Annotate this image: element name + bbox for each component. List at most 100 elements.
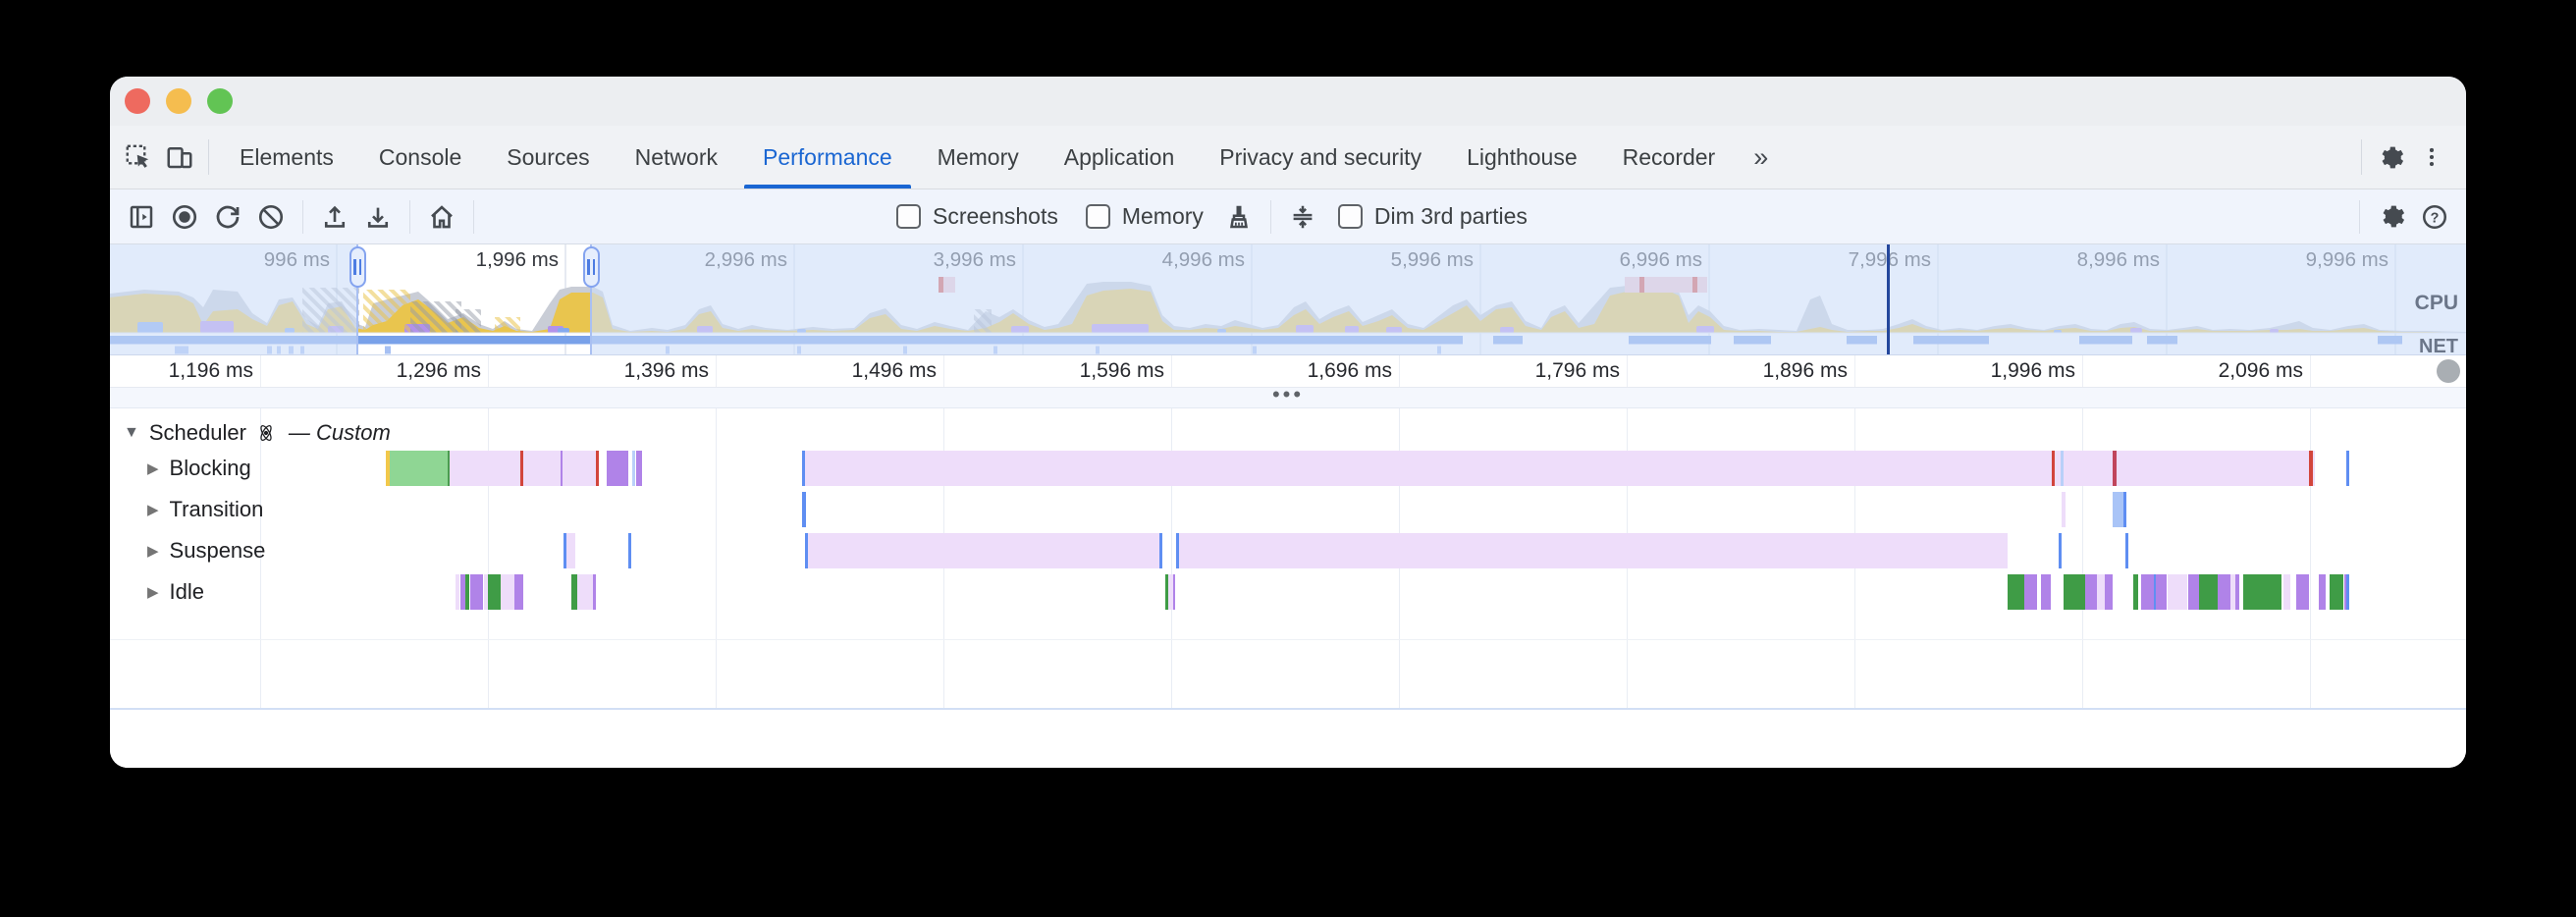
track-row-transition[interactable]: ▶Transition [147, 489, 263, 530]
tab-privacy-and-security[interactable]: Privacy and security [1197, 126, 1444, 189]
download-profile-icon[interactable] [356, 195, 400, 239]
more-tabs-chevron-icon[interactable]: » [1738, 126, 1784, 189]
track-row-blocking[interactable]: ▶Blocking [147, 448, 251, 489]
track-suffix: — Custom [289, 420, 391, 446]
track-row-idle[interactable]: ▶ Idle [147, 571, 204, 613]
ruler-label: 1,196 ms [169, 359, 260, 383]
help-icon[interactable]: ? [2413, 195, 2456, 239]
ruler-gridline [1171, 355, 1172, 387]
screenshots-checkbox[interactable]: Screenshots [896, 203, 1058, 230]
flame-segment-purple [636, 451, 642, 486]
flame-segment-lavender [1176, 533, 2008, 568]
flame-segment-purple [2319, 574, 2326, 610]
ruler-gridline [1854, 355, 1855, 387]
toolbar-divider [473, 200, 474, 234]
tab-console[interactable]: Console [356, 126, 484, 189]
tab-performance[interactable]: Performance [740, 126, 915, 189]
ruler-gridline [2082, 355, 2083, 387]
close-button[interactable] [125, 88, 150, 114]
flame-segment-purple [593, 574, 596, 610]
tab-network[interactable]: Network [613, 126, 740, 189]
ruler-gridline [1627, 355, 1628, 387]
flame-segment-darkgreen [2243, 574, 2281, 610]
ruler-gridline [1399, 355, 1400, 387]
tabbar-divider [208, 139, 209, 175]
toggle-sidebar-icon[interactable] [120, 195, 163, 239]
home-icon[interactable] [420, 195, 463, 239]
minimize-button[interactable] [166, 88, 191, 114]
checkbox-box[interactable] [1086, 204, 1110, 229]
toolbar-divider [302, 200, 303, 234]
flame-segment-darkgreen [2330, 574, 2343, 610]
inspect-icon[interactable] [118, 136, 159, 178]
ruler-label: 2,096 ms [2219, 359, 2310, 383]
left-window-handle[interactable] [349, 246, 366, 288]
row-expand-triangle-icon[interactable]: ▶ [147, 459, 159, 477]
dim-3rd-parties-label: Dim 3rd parties [1374, 203, 1528, 230]
flame-segment-lavender [456, 574, 459, 610]
flame-segment-purple [2296, 574, 2309, 610]
row-expand-triangle-icon[interactable]: ▶ [147, 542, 159, 560]
row-expand-triangle-icon[interactable]: ▶ [147, 583, 159, 601]
flame-segment-lavender [2062, 492, 2066, 527]
flame-segment-lavender [802, 451, 2315, 486]
flame-segment-purple [514, 574, 523, 610]
flame-segment-purple [2085, 574, 2097, 610]
flame-segment-blue [1159, 533, 1162, 568]
flame-segment-lavender [450, 451, 597, 486]
gc-brush-icon[interactable] [1217, 195, 1261, 239]
flame-segment-darkgreen [488, 574, 501, 610]
flame-segment-lightblue [2061, 451, 2064, 486]
collapse-icon[interactable] [1281, 195, 1324, 239]
memory-checkbox[interactable]: Memory [1086, 203, 1204, 230]
main-menu-icon[interactable] [2411, 136, 2452, 178]
upload-profile-icon[interactable] [313, 195, 356, 239]
track-header-scheduler[interactable]: ▼Scheduler— Custom [124, 418, 391, 448]
toolbar-divider [2359, 200, 2360, 234]
record-icon[interactable] [163, 195, 206, 239]
ruler-label: 1,496 ms [852, 359, 943, 383]
flame-segment-purple [2218, 574, 2230, 610]
dim-3rd-parties-checkbox[interactable]: Dim 3rd parties [1338, 203, 1528, 230]
tab-sources[interactable]: Sources [484, 126, 612, 189]
flame-segment-purple [470, 574, 483, 610]
checkbox-box[interactable] [1338, 204, 1363, 229]
panel-divider[interactable]: ••• [110, 388, 2466, 408]
flame-segment-blue [2123, 492, 2126, 527]
flame-segment-lightblue [632, 451, 635, 486]
flame-segment-purple [607, 451, 628, 486]
checkbox-box[interactable] [896, 204, 921, 229]
settings-gear-icon[interactable] [2370, 136, 2411, 178]
ruler-label: 1,896 ms [1763, 359, 1854, 383]
tab-elements[interactable]: Elements [217, 126, 356, 189]
ruler-label: 1,596 ms [1080, 359, 1171, 383]
row-expand-triangle-icon[interactable]: ▶ [147, 501, 159, 518]
track-row-suspense[interactable]: ▶Suspense [147, 530, 265, 571]
capture-settings-gear-icon[interactable] [2370, 195, 2413, 239]
flame-segment-darkgreen [2008, 574, 2024, 610]
ruler-label: 1,696 ms [1308, 359, 1399, 383]
track-expand-triangle-icon[interactable]: ▼ [124, 424, 139, 442]
tab-recorder[interactable]: Recorder [1600, 126, 1739, 189]
clear-icon[interactable] [249, 195, 293, 239]
screenshots-label: Screenshots [933, 203, 1058, 230]
timeline-overview[interactable]: 996 ms1,996 ms2,996 ms3,996 ms4,996 ms5,… [110, 244, 2466, 355]
tab-memory[interactable]: Memory [915, 126, 1042, 189]
flame-segment-purple [2188, 574, 2199, 610]
reload-record-icon[interactable] [206, 195, 249, 239]
scheduler-atom-icon [255, 422, 277, 444]
tab-application[interactable]: Application [1042, 126, 1198, 189]
flame-segment-blue [802, 451, 805, 486]
tab-lighthouse[interactable]: Lighthouse [1444, 126, 1600, 189]
flame-segment-purple [561, 451, 563, 486]
right-window-handle[interactable] [583, 246, 600, 288]
ruler-gridline [488, 355, 489, 387]
flame-segment-lavender [2283, 574, 2290, 610]
devtools-window: ElementsConsoleSourcesNetworkPerformance… [110, 77, 2466, 768]
row-label: Idle [170, 579, 204, 605]
scrollbar-thumb[interactable] [2437, 359, 2460, 383]
flame-segment-purple [2235, 574, 2239, 610]
divider-drag-dots[interactable]: ••• [1272, 382, 1304, 406]
device-toolbar-icon[interactable] [159, 136, 200, 178]
zoom-button[interactable] [207, 88, 233, 114]
